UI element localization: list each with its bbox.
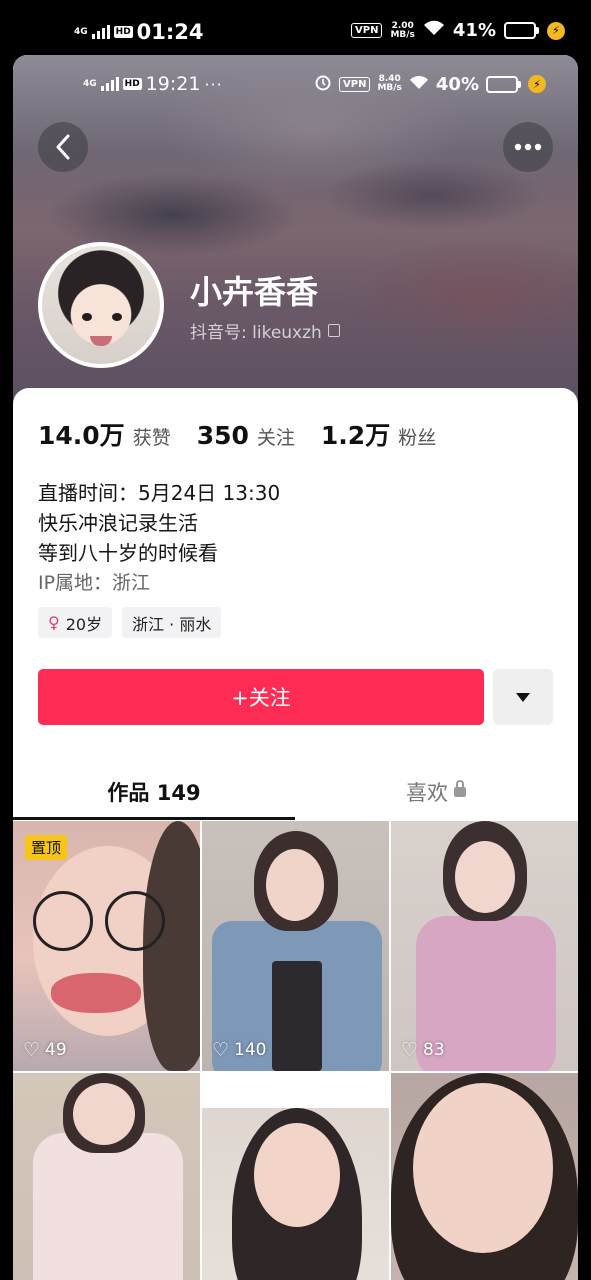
age-tag: ♀ 20岁 bbox=[38, 607, 113, 638]
app-screen: 4G HD 19:21 ··· VPN 8.40 MB/s 40% ⚡ 小卉香香… bbox=[13, 55, 578, 1280]
wifi-icon bbox=[423, 20, 445, 41]
chevron-left-icon bbox=[56, 134, 70, 160]
video-thumbnail[interactable]: ♡ 83 bbox=[391, 821, 578, 1071]
female-icon: ♀ bbox=[48, 613, 60, 632]
vpn-badge: VPN bbox=[339, 76, 371, 92]
tab-label: 喜欢 bbox=[406, 781, 448, 805]
battery-icon bbox=[504, 22, 539, 39]
tab-likes[interactable]: 喜欢 bbox=[295, 771, 577, 821]
douyin-id-text: 抖音号: likeuxzh bbox=[190, 323, 322, 343]
ip-location: IP属地：浙江 bbox=[38, 572, 151, 594]
bio-line: 快乐冲浪记录生活 bbox=[38, 511, 198, 535]
video-likes: ♡ 140 bbox=[212, 1039, 267, 1061]
more-dots-icon bbox=[514, 143, 542, 151]
heart-icon: ♡ bbox=[212, 1039, 230, 1061]
vpn-badge: VPN bbox=[351, 23, 383, 38]
stat-value: 1.2万 bbox=[320, 421, 391, 450]
alarm-icon bbox=[314, 73, 332, 95]
profile-info-panel: 14.0万 获赞 350 关注 1.2万 粉丝 直播时间：5月24日 13:30… bbox=[13, 388, 578, 1280]
network-speed: 2.00 MB/s bbox=[390, 20, 415, 40]
recommend-dropdown-button[interactable] bbox=[493, 669, 553, 725]
back-button[interactable] bbox=[38, 122, 88, 172]
profile-tags: ♀ 20岁 浙江 · 丽水 bbox=[38, 607, 222, 638]
pinned-badge: 置顶 bbox=[25, 835, 68, 860]
caret-down-icon bbox=[516, 692, 530, 702]
bio: 直播时间：5月24日 13:30 快乐冲浪记录生活 等到八十岁的时候看 bbox=[38, 478, 280, 568]
battery-icon bbox=[486, 75, 521, 93]
network-label: 4G bbox=[83, 78, 97, 89]
stat-followers[interactable]: 1.2万 粉丝 bbox=[321, 416, 436, 452]
hd-badge: HD bbox=[113, 26, 133, 38]
video-likes: ♡ 83 bbox=[401, 1039, 445, 1061]
battery-percent: 41% bbox=[452, 20, 496, 41]
battery-percent: 40% bbox=[435, 73, 479, 95]
stat-label: 关注 bbox=[256, 427, 295, 449]
signal-icon bbox=[100, 77, 119, 91]
video-thumbnail[interactable]: 置顶 ♡ 49 bbox=[13, 821, 200, 1071]
stat-value: 350 bbox=[196, 421, 249, 450]
age-text: 20岁 bbox=[65, 614, 103, 634]
stat-likes[interactable]: 14.0万 获赞 bbox=[38, 416, 171, 452]
video-grid: 置顶 ♡ 49 ♡ 140 ♡ 83 bbox=[13, 821, 578, 1280]
lock-icon bbox=[454, 780, 466, 797]
hd-badge: HD bbox=[122, 78, 142, 90]
wifi-icon bbox=[409, 75, 429, 94]
active-tab-indicator bbox=[13, 817, 295, 820]
more-options-button[interactable] bbox=[503, 122, 553, 172]
outer-status-bar: 4G HD 01:24 VPN 2.00 MB/s 41% ⚡ bbox=[0, 0, 591, 58]
multi-image-icon bbox=[349, 1087, 367, 1105]
heart-icon: ♡ bbox=[23, 1039, 41, 1061]
stat-following[interactable]: 350 关注 bbox=[197, 421, 295, 450]
copy-icon[interactable] bbox=[327, 324, 340, 337]
network-label: 4G bbox=[74, 26, 88, 37]
video-thumbnail[interactable]: ♡ 140 bbox=[202, 821, 389, 1071]
video-thumbnail[interactable] bbox=[13, 1073, 200, 1280]
stat-label: 获赞 bbox=[132, 427, 171, 449]
content-tabs: 作品 149 喜欢 bbox=[13, 771, 578, 821]
avatar[interactable] bbox=[38, 242, 164, 368]
clock: 01:24 bbox=[136, 20, 204, 44]
clock: 19:21 bbox=[145, 73, 201, 95]
region-tag: 浙江 · 丽水 bbox=[122, 607, 222, 638]
bio-line: 等到八十岁的时候看 bbox=[38, 541, 218, 565]
profile-stats: 14.0万 获赞 350 关注 1.2万 粉丝 bbox=[38, 416, 462, 452]
more-notifications-icon: ··· bbox=[204, 74, 223, 94]
video-thumbnail[interactable] bbox=[391, 1073, 578, 1280]
region-text: 浙江 · 丽水 bbox=[132, 614, 212, 634]
stat-value: 14.0万 bbox=[38, 421, 125, 450]
tab-label: 作品 149 bbox=[107, 781, 201, 805]
heart-icon: ♡ bbox=[401, 1039, 419, 1061]
tab-works[interactable]: 作品 149 bbox=[13, 771, 295, 821]
stat-label: 粉丝 bbox=[398, 427, 437, 449]
video-thumbnail[interactable] bbox=[202, 1073, 389, 1280]
signal-icon bbox=[91, 25, 110, 39]
charging-icon: ⚡ bbox=[528, 75, 546, 93]
douyin-id: 抖音号: likeuxzh bbox=[190, 318, 340, 343]
network-speed: 8.40 MB/s bbox=[377, 74, 402, 93]
charging-icon: ⚡ bbox=[547, 21, 565, 40]
follow-button[interactable]: +关注 bbox=[38, 669, 484, 725]
nickname: 小卉香香 bbox=[190, 273, 319, 311]
video-likes: ♡ 49 bbox=[23, 1039, 67, 1061]
profile-cover: 4G HD 19:21 ··· VPN 8.40 MB/s 40% ⚡ 小卉香香… bbox=[13, 55, 578, 405]
bio-line: 直播时间：5月24日 13:30 bbox=[38, 481, 281, 505]
